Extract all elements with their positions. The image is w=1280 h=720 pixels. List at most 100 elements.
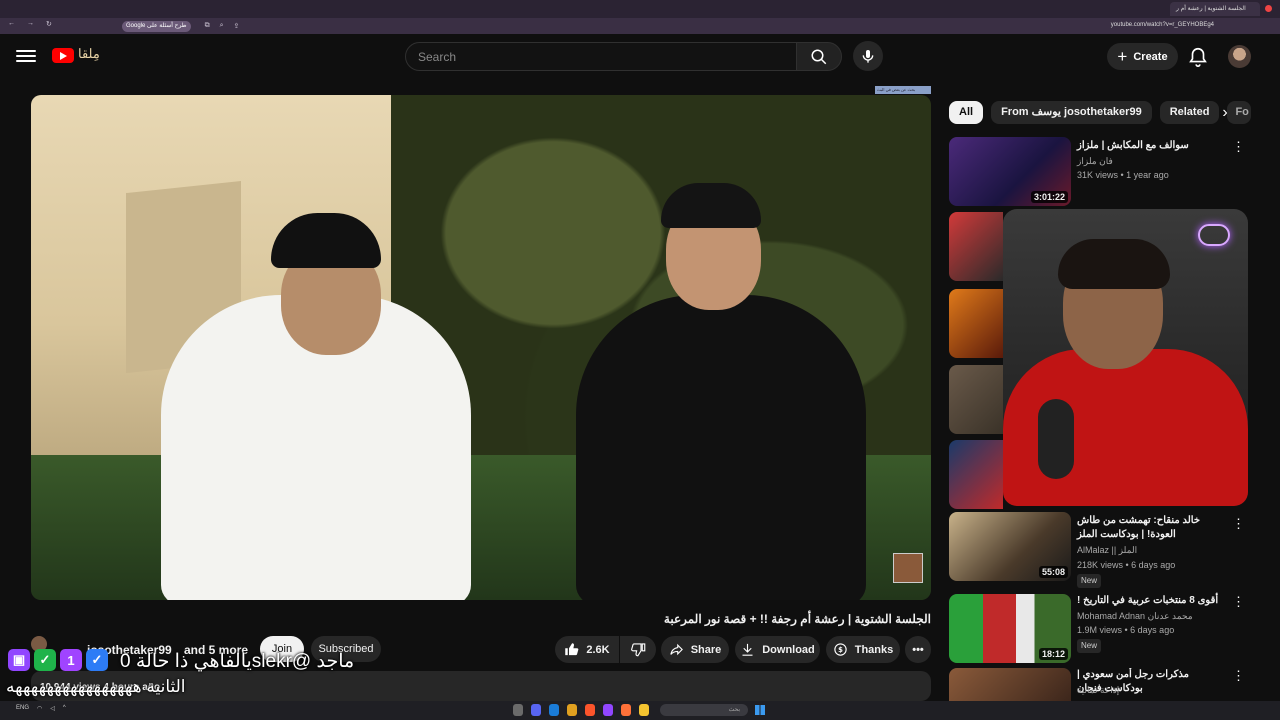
video-thumbnail[interactable]: 55:08 [949, 512, 1071, 581]
download-icon [742, 643, 753, 656]
stream-overlay-icons: ▣ ✓ 1 ✓ [8, 649, 108, 671]
rec-channel[interactable]: إذاعة ثمانية [1077, 685, 1119, 696]
like-count: 2.6K [586, 643, 610, 656]
os-taskbar: ENG ◠ ◁ ^ بحث [0, 701, 1280, 720]
browser-nav-buttons: ← → ↻ [8, 20, 52, 28]
rec-channel[interactable]: AlMalaz || الملز [1077, 545, 1137, 556]
duration-badge: 55:08 [1038, 566, 1068, 578]
chevron-right-icon[interactable]: › [1214, 101, 1236, 124]
streamer-webcam-overlay [1003, 209, 1248, 506]
microphone-icon [862, 50, 874, 63]
browser-tools: ⧉ ⌕ ⇪ [205, 22, 240, 30]
rec-channel[interactable]: Mohamad Adnan محمد عدنان [1077, 611, 1193, 622]
tier-badge-icon: 1 [60, 649, 82, 671]
rec-title[interactable]: أقوى 8 منتخبات عربية في التاريخ ! [1077, 594, 1222, 608]
webcam-hair [1058, 239, 1170, 289]
reload-icon[interactable]: ↻ [46, 20, 52, 28]
list-item[interactable]: 18:12 أقوى 8 منتخبات عربية في التاريخ ! … [949, 594, 1249, 664]
discord-icon[interactable] [531, 704, 541, 716]
create-button[interactable]: + Create [1107, 43, 1178, 70]
video-thumbnail[interactable]: 3:01:22 [949, 137, 1071, 206]
video-thumbnail[interactable] [949, 212, 1003, 281]
youtube-header: مِلقا + Create [0, 34, 1280, 80]
list-item[interactable]: 55:08 خالد منقاح: تهمشت من طاش العودة! |… [949, 512, 1249, 588]
green-badge-icon: ✓ [34, 649, 56, 671]
youtube-logo-icon[interactable] [52, 48, 74, 63]
more-vertical-icon[interactable]: ⋮ [1232, 516, 1245, 532]
video-title: الجلسة الشتوية | رعشة أم رجفة !! + قصة ن… [663, 612, 931, 626]
url-field[interactable]: youtube.com/watch?v=r_GEYHOBEg4 [1111, 22, 1214, 28]
folder-icon[interactable] [639, 704, 649, 716]
voice-search-button[interactable] [853, 41, 883, 71]
brave-icon[interactable] [585, 704, 595, 716]
chrome-icon[interactable] [567, 704, 577, 716]
twitch-icon: ▣ [8, 649, 30, 671]
video-person-right-cap [661, 183, 761, 228]
rec-title[interactable]: خالد منقاح: تهمشت من طاش العودة! | بودكا… [1077, 514, 1222, 542]
bookmark-chip[interactable]: Google طرح أسئلة على [122, 20, 191, 32]
account-avatar[interactable] [1228, 45, 1251, 68]
video-player[interactable] [31, 95, 931, 600]
edge-icon[interactable] [549, 704, 559, 716]
thanks-button[interactable]: $ Thanks [826, 636, 900, 663]
verified-badge-icon: ✓ [86, 649, 108, 671]
video-thumbnail[interactable] [949, 440, 1003, 509]
video-person-right [576, 295, 866, 600]
video-thumbnail[interactable] [949, 289, 1003, 358]
share-label: Share [690, 643, 722, 656]
more-vertical-icon[interactable]: ⋮ [1232, 594, 1245, 610]
share-page-icon[interactable]: ⇪ [234, 22, 240, 30]
player-top-chip: بحث عن بعض في البث [875, 86, 931, 94]
more-vertical-icon[interactable]: ⋮ [1232, 668, 1245, 684]
menu-icon[interactable] [16, 47, 36, 67]
share-button[interactable]: Share [661, 636, 729, 663]
search-input[interactable] [405, 42, 797, 71]
duration-badge: 3:01:22 [1030, 191, 1068, 203]
download-button[interactable]: Download [735, 636, 820, 663]
video-branding-thumbnail[interactable] [893, 553, 923, 583]
thanks-label: Thanks [854, 643, 894, 656]
taskbar-search[interactable]: بحث [660, 704, 748, 716]
stream-chat-overlay-line1: يالفاهي ذا حالة 0slekr@ ماجد [120, 651, 355, 672]
chevron-up-icon[interactable]: ^ [63, 705, 66, 712]
forward-icon[interactable]: → [27, 20, 34, 28]
language-indicator[interactable]: ENG [16, 705, 29, 712]
chip-from-channel[interactable]: From يوسف josothetaker99 [991, 101, 1152, 124]
chip-all[interactable]: All [949, 101, 984, 124]
firefox-icon[interactable] [621, 704, 631, 716]
duration-badge: 18:12 [1038, 648, 1068, 660]
more-vertical-icon[interactable]: ⋮ [1232, 139, 1245, 155]
taskbar-apps [513, 704, 649, 716]
create-label: Create [1133, 50, 1168, 63]
thumbs-up-icon [565, 643, 579, 656]
video-thumbnail[interactable] [949, 365, 1003, 434]
volume-icon[interactable]: ◁ [50, 705, 55, 712]
app-icon[interactable] [513, 704, 523, 716]
notifications-bell-icon[interactable] [1187, 46, 1209, 68]
video-thumbnail[interactable] [949, 668, 1071, 701]
logo-doodle[interactable]: مِلقا [78, 46, 100, 62]
search-icon [811, 49, 827, 64]
list-item[interactable]: مذكرات رجل أمن سعودي | بودكاست فنجان إذا… [949, 668, 1249, 701]
list-item[interactable]: 3:01:22 سوالف مع المكابش | ملزاز فان ملز… [949, 137, 1249, 207]
neon-cloud-icon [1198, 224, 1230, 246]
extension-icon[interactable]: ⧉ [205, 22, 210, 30]
video-thumbnail[interactable]: 18:12 [949, 594, 1071, 663]
windows-start-icon[interactable] [755, 705, 765, 715]
chip-related[interactable]: Related [1159, 101, 1220, 124]
like-button[interactable]: 2.6K [555, 636, 619, 663]
rec-title[interactable]: سوالف مع المكابش | ملزاز [1077, 139, 1222, 153]
new-badge: New [1077, 574, 1102, 588]
browser-tab[interactable]: الجلسة الشتوية | رعشة أم ر [1170, 2, 1260, 16]
wifi-icon[interactable]: ◠ [37, 705, 42, 712]
back-icon[interactable]: ← [8, 20, 15, 28]
svg-text:$: $ [838, 646, 843, 654]
browser-address-bar: ← → ↻ Google طرح أسئلة على ⧉ ⌕ ⇪ youtube… [0, 18, 1280, 34]
more-actions-button[interactable]: ••• [905, 636, 931, 663]
dislike-button[interactable] [620, 636, 656, 663]
twitch-app-icon[interactable] [603, 704, 613, 716]
thumbs-down-icon [630, 643, 645, 657]
rec-channel[interactable]: فان ملزاز [1077, 156, 1113, 167]
zoom-icon[interactable]: ⌕ [220, 22, 224, 30]
search-button[interactable] [796, 42, 842, 71]
